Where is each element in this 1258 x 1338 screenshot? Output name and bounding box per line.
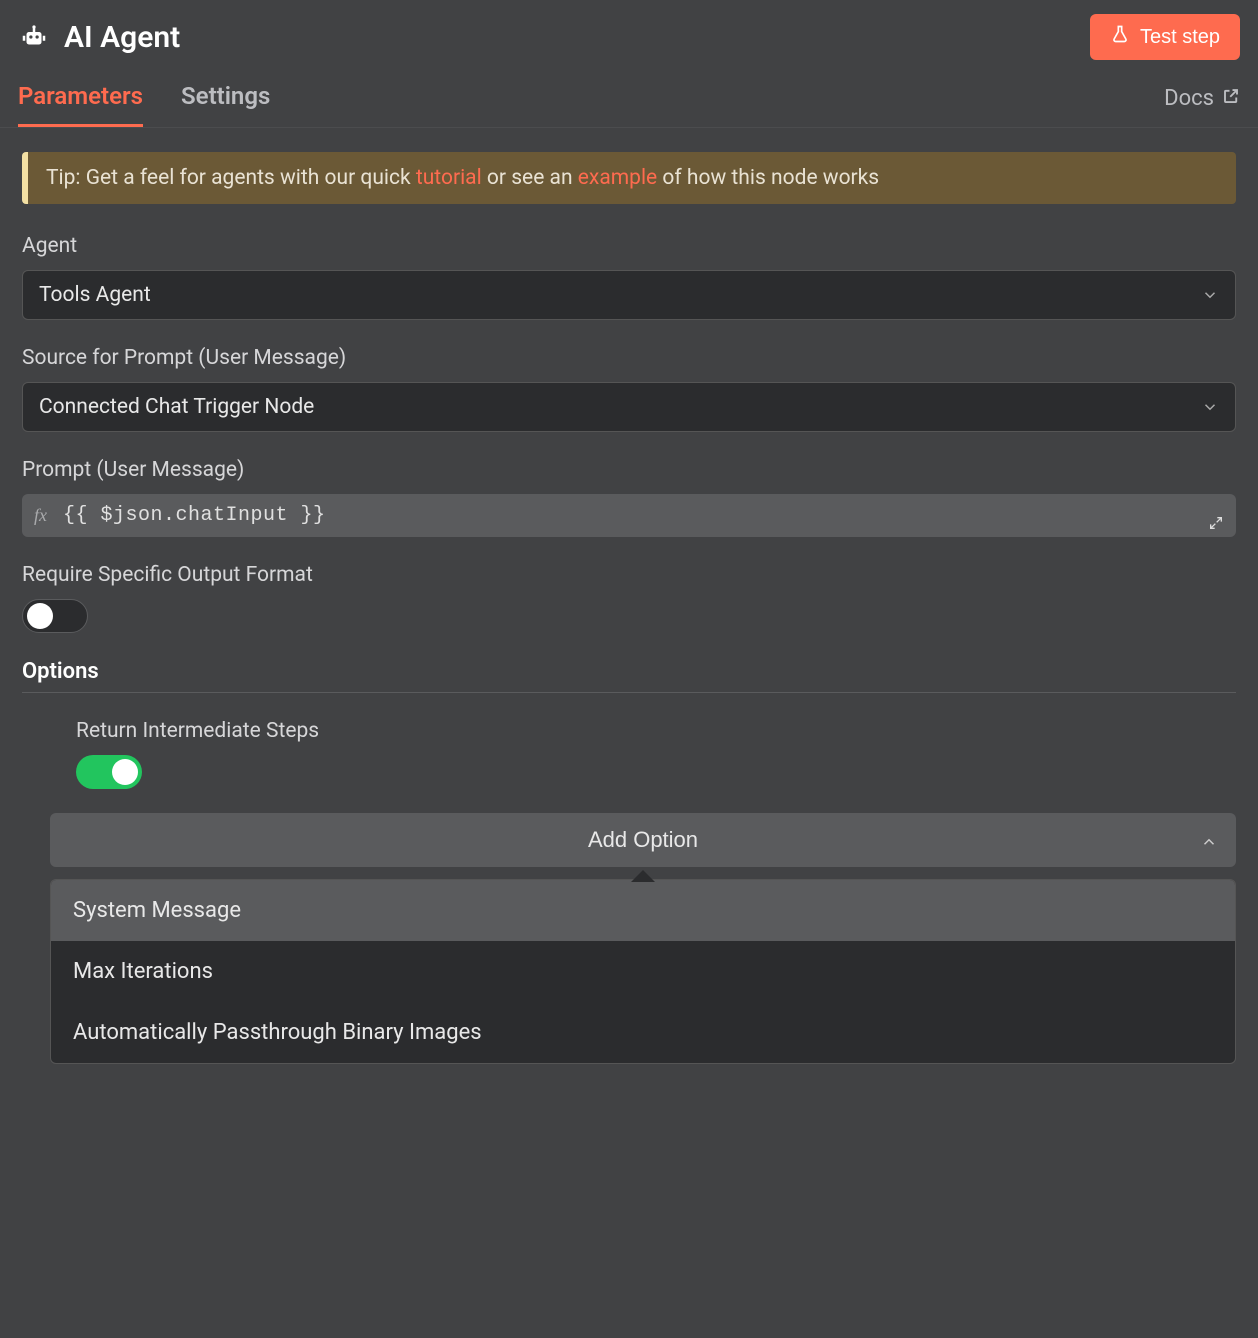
chevron-down-icon	[1201, 286, 1219, 304]
option-auto-passthrough[interactable]: Automatically Passthrough Binary Images	[51, 1002, 1235, 1063]
fx-icon: fx	[34, 505, 47, 526]
add-option-row: Add Option	[50, 813, 1236, 867]
add-option-dropdown: System Message Max Iterations Automatica…	[50, 879, 1236, 1064]
external-link-icon	[1222, 86, 1240, 111]
tabs: Parameters Settings	[18, 70, 270, 127]
header-left: AI Agent	[18, 20, 180, 55]
page-title: AI Agent	[64, 20, 180, 55]
option-max-iterations[interactable]: Max Iterations	[51, 941, 1235, 1002]
return-intermediate-toggle[interactable]	[76, 755, 142, 789]
source-prompt-label: Source for Prompt (User Message)	[22, 346, 1236, 370]
tabs-row: Parameters Settings Docs	[0, 70, 1258, 128]
add-option-label: Add Option	[588, 827, 698, 853]
chevron-down-icon	[1201, 398, 1219, 416]
prompt-expression-input[interactable]: fx {{ $json.chatInput }}	[22, 494, 1236, 537]
agent-value: Tools Agent	[39, 283, 151, 307]
robot-icon	[18, 21, 50, 53]
prompt-value: {{ $json.chatInput }}	[63, 504, 326, 527]
return-intermediate-label: Return Intermediate Steps	[76, 719, 1236, 743]
require-format-label: Require Specific Output Format	[22, 563, 1236, 587]
field-agent: Agent Tools Agent	[22, 234, 1236, 320]
source-prompt-select[interactable]: Connected Chat Trigger Node	[22, 382, 1236, 432]
agent-select[interactable]: Tools Agent	[22, 270, 1236, 320]
divider	[22, 692, 1236, 693]
options-heading: Options	[22, 659, 1236, 684]
agent-label: Agent	[22, 234, 1236, 258]
tab-parameters[interactable]: Parameters	[18, 70, 143, 127]
tip-text-2: or see an	[482, 166, 578, 190]
field-source-prompt: Source for Prompt (User Message) Connect…	[22, 346, 1236, 432]
tip-text-3: of how this node works	[657, 166, 879, 190]
option-system-message[interactable]: System Message	[51, 880, 1235, 941]
docs-label: Docs	[1164, 86, 1214, 111]
tab-settings[interactable]: Settings	[181, 70, 270, 127]
header: AI Agent Test step	[0, 0, 1258, 70]
tutorial-link[interactable]: tutorial	[416, 166, 482, 190]
dropdown-list: System Message Max Iterations Automatica…	[50, 879, 1236, 1064]
dropdown-arrow-icon	[631, 870, 655, 882]
require-format-toggle[interactable]	[22, 599, 88, 633]
test-step-button[interactable]: Test step	[1090, 14, 1240, 60]
tip-banner: Tip: Get a feel for agents with our quic…	[22, 152, 1236, 204]
prompt-label: Prompt (User Message)	[22, 458, 1236, 482]
field-require-format: Require Specific Output Format	[22, 563, 1236, 633]
tip-text-1: Tip: Get a feel for agents with our quic…	[46, 166, 416, 190]
source-prompt-value: Connected Chat Trigger Node	[39, 395, 314, 419]
toggle-knob	[27, 603, 53, 629]
toggle-knob	[112, 759, 138, 785]
field-return-intermediate: Return Intermediate Steps	[76, 719, 1236, 789]
test-step-label: Test step	[1140, 26, 1220, 49]
add-option-button[interactable]: Add Option	[50, 813, 1236, 867]
field-prompt: Prompt (User Message) fx {{ $json.chatIn…	[22, 458, 1236, 537]
example-link[interactable]: example	[578, 166, 657, 190]
flask-icon	[1110, 24, 1130, 50]
content: Tip: Get a feel for agents with our quic…	[0, 128, 1258, 1088]
chevron-up-icon	[1200, 831, 1218, 849]
expand-icon[interactable]	[1206, 513, 1226, 533]
docs-link[interactable]: Docs	[1164, 86, 1240, 111]
